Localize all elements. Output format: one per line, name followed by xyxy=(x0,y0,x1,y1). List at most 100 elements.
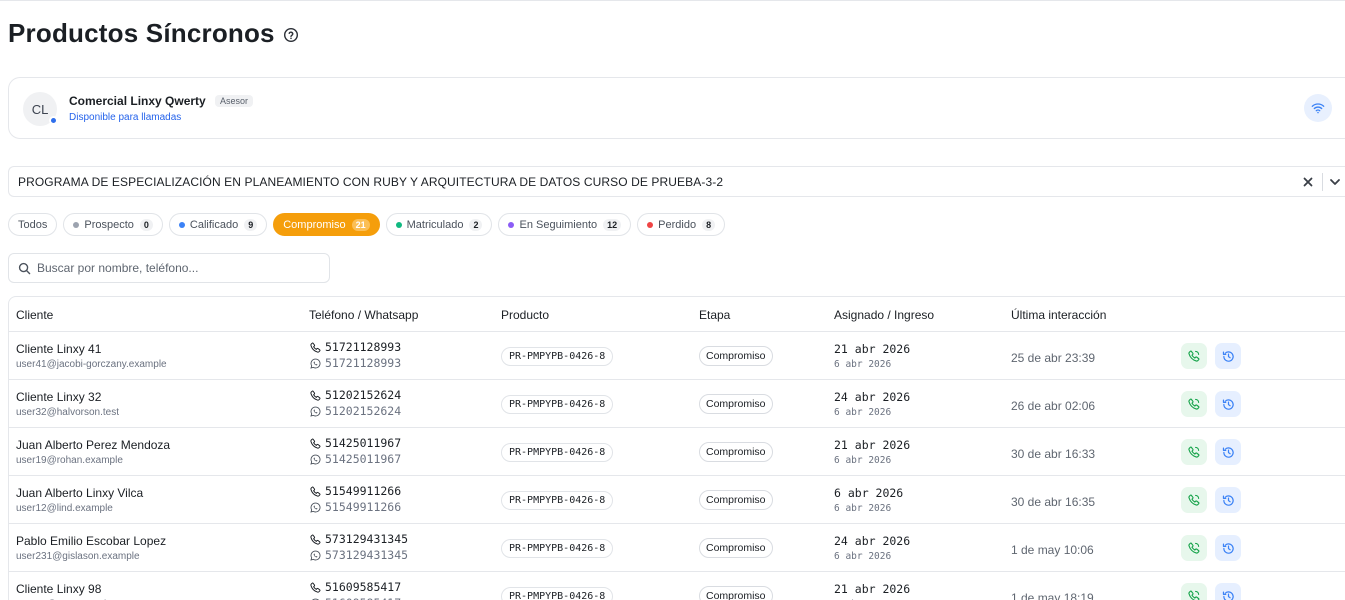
header-assigned: Asignado / Ingreso xyxy=(834,308,935,322)
call-button[interactable] xyxy=(1181,535,1207,561)
filter-count-badge: 21 xyxy=(351,218,370,231)
phone-number[interactable]: 51609585417 xyxy=(310,579,401,595)
page-header: Productos Síncronos xyxy=(8,18,299,49)
client-name: Cliente Linxy 32 xyxy=(16,390,102,404)
clients-table: Cliente Teléfono / Whatsapp Producto Eta… xyxy=(8,296,1345,600)
phone-cell: 51549911266 51549911266 xyxy=(310,483,401,515)
phone-number[interactable]: 51721128993 xyxy=(310,339,401,355)
history-icon xyxy=(1222,350,1235,363)
phone-number[interactable]: 573129431345 xyxy=(310,531,408,547)
table-row[interactable]: Cliente Linxy 98user98@rutt.example 51609… xyxy=(9,572,1345,600)
connection-button[interactable] xyxy=(1304,94,1332,122)
whatsapp-icon xyxy=(310,454,325,465)
phone-value: 51425011967 xyxy=(325,436,402,450)
call-button[interactable] xyxy=(1181,391,1207,417)
last-interaction: 26 de abr 02:06 xyxy=(1011,399,1096,413)
call-button[interactable] xyxy=(1181,439,1207,465)
history-button[interactable] xyxy=(1215,391,1241,417)
whatsapp-value: 51721128993 xyxy=(325,356,402,370)
assigned-cell: 21 abr 2026 6 abr 2026 xyxy=(834,438,910,466)
whatsapp-number[interactable]: 573129431345 xyxy=(310,547,408,563)
client-cell: Cliente Linxy 32 user32@halvorson.test xyxy=(16,390,119,418)
last-interaction: 25 de abr 23:39 xyxy=(1011,351,1096,365)
status-dot xyxy=(508,221,515,228)
status-dot xyxy=(178,221,185,228)
program-select[interactable]: PROGRAMA DE ESPECIALIZACIÓN EN PLANEAMIE… xyxy=(8,166,1345,197)
call-button[interactable] xyxy=(1181,487,1207,513)
phone-number[interactable]: 51549911266 xyxy=(310,483,401,499)
product-code: PR-PMPYPB-0426-8 xyxy=(501,587,614,600)
whatsapp-number[interactable]: 51202152624 xyxy=(310,403,401,419)
whatsapp-number[interactable]: 51609585417 xyxy=(310,595,401,600)
filter-chip-perdido[interactable]: Perdido 8 xyxy=(637,213,726,236)
page-title: Productos Síncronos xyxy=(8,18,275,48)
history-button[interactable] xyxy=(1215,535,1241,561)
assigned-date: 21 abr 2026 xyxy=(834,582,911,596)
client-email: user19@rohan.example xyxy=(16,455,123,466)
history-button[interactable] xyxy=(1215,343,1241,369)
status-dot xyxy=(395,221,402,228)
phone-call-icon xyxy=(1188,446,1200,458)
call-button[interactable] xyxy=(1181,583,1207,600)
phone-icon xyxy=(310,342,325,353)
last-interaction-cell: 1 de may 18:19 xyxy=(1011,589,1094,600)
client-cell: Juan Alberto Linxy Vilca user12@lind.exam… xyxy=(16,486,143,514)
filter-chip-todos[interactable]: Todos xyxy=(8,213,58,236)
filter-chip-calificado[interactable]: Calificado 9 xyxy=(168,213,268,236)
history-button[interactable] xyxy=(1215,487,1241,513)
ingreso-date: 6 abr 2026 xyxy=(834,551,892,562)
chevron-down-icon[interactable] xyxy=(1328,175,1342,189)
history-button[interactable] xyxy=(1215,439,1241,465)
whatsapp-icon xyxy=(310,550,325,561)
client-cell: Cliente Linxy 41 user41@jacobi-gorczany.e… xyxy=(16,342,167,370)
header-stage: Etapa xyxy=(699,308,731,322)
ingreso-date: 6 abr 2026 xyxy=(834,407,892,418)
phone-value: 51202152624 xyxy=(325,388,402,402)
phone-number[interactable]: 51425011967 xyxy=(310,435,401,451)
filter-chip-en-seguimiento[interactable]: En Seguimiento 12 xyxy=(498,213,632,236)
product-cell: PR-PMPYPB-0426-8 xyxy=(501,442,614,462)
client-name: Juan Alberto Perez Mendoza xyxy=(16,438,171,452)
phone-number[interactable]: 51202152624 xyxy=(310,387,401,403)
whatsapp-value: 573129431345 xyxy=(325,548,409,562)
filter-chip-matriculado[interactable]: Matriculado 2 xyxy=(385,213,493,236)
filter-chip-compromiso[interactable]: Compromiso 21 xyxy=(273,213,380,236)
history-icon xyxy=(1222,446,1235,459)
client-email: user41@jacobi-gorczany.example xyxy=(16,359,167,370)
filter-chip-label: Matriculado xyxy=(406,218,464,231)
history-icon xyxy=(1222,398,1235,411)
table-row[interactable]: Juan Alberto Linxy Vilca user12@lind.exam… xyxy=(9,476,1345,524)
search-box[interactable] xyxy=(8,253,330,283)
client-name: Pablo Emilio Escobar Lopez xyxy=(16,534,167,548)
table-row[interactable]: Cliente Linxy 32 user32@halvorson.test 512… xyxy=(9,380,1345,428)
phone-call-icon xyxy=(1188,350,1200,362)
search-input[interactable] xyxy=(37,261,317,275)
ingreso-date: 6 abr 2026 xyxy=(834,455,892,466)
whatsapp-number[interactable]: 51425011967 xyxy=(310,451,401,467)
client-name: Cliente Linxy 98 xyxy=(16,582,102,596)
help-circle-icon[interactable] xyxy=(283,27,299,43)
phone-value: 51609585417 xyxy=(325,580,402,594)
table-row[interactable]: Pablo Emilio Escobar Lopez user231@gislas… xyxy=(9,524,1345,572)
online-status-dot xyxy=(49,116,58,125)
call-button[interactable] xyxy=(1181,343,1207,369)
table-row[interactable]: Cliente Linxy 41 user41@jacobi-gorczany.e… xyxy=(9,332,1345,380)
filter-count-badge: 0 xyxy=(139,218,153,231)
product-cell: PR-PMPYPB-0426-8 xyxy=(501,346,614,366)
ingreso-date: 6 abr 2026 xyxy=(834,359,892,370)
filter-chip-prospecto[interactable]: Prospecto 0 xyxy=(63,213,163,236)
whatsapp-number[interactable]: 51549911266 xyxy=(310,499,401,515)
whatsapp-number[interactable]: 51721128993 xyxy=(310,355,401,371)
close-icon[interactable] xyxy=(1301,175,1315,189)
top-border xyxy=(0,0,1345,1)
filter-chip-label: En Seguimiento xyxy=(519,218,598,231)
agent-status: Disponible para llamadas xyxy=(69,112,182,123)
phone-value: 573129431345 xyxy=(325,532,409,546)
last-interaction-cell: 30 de abr 16:33 xyxy=(1011,445,1095,463)
history-button[interactable] xyxy=(1215,583,1241,600)
product-code: PR-PMPYPB-0426-8 xyxy=(501,395,614,414)
last-interaction-cell: 30 de abr 16:35 xyxy=(1011,493,1095,511)
stage-badge: Compromiso xyxy=(699,538,773,558)
table-row[interactable]: Juan Alberto Perez Mendoza user19@rohan.e… xyxy=(9,428,1345,476)
program-select-value: PROGRAMA DE ESPECIALIZACIÓN EN PLANEAMIE… xyxy=(18,175,724,189)
